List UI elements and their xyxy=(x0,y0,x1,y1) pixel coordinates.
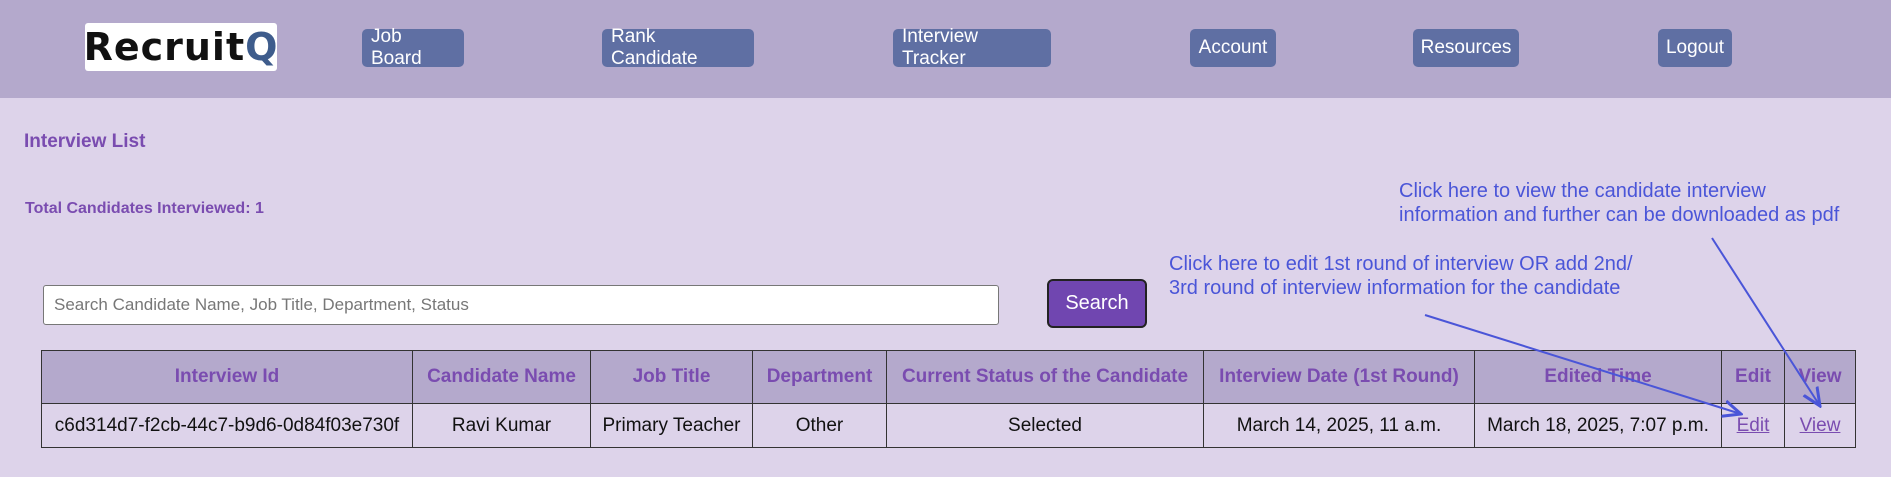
header-job-title: Job Title xyxy=(590,350,753,404)
header-current-status: Current Status of the Candidate xyxy=(886,350,1204,404)
nav-logout-button[interactable]: Logout xyxy=(1658,29,1732,67)
view-annotation-line2: information and further can be downloade… xyxy=(1399,204,1840,226)
nav-rank-candidate-button[interactable]: Rank Candidate xyxy=(602,26,754,69)
top-nav-bar: Recruit Q Job Board Rank Candidate Interv… xyxy=(0,0,1891,98)
nav-resources-button[interactable]: Resources xyxy=(1413,29,1519,67)
header-candidate-name: Candidate Name xyxy=(412,350,591,404)
edit-annotation-line1: Click here to edit 1st round of intervie… xyxy=(1169,253,1633,275)
cell-status: Selected xyxy=(886,403,1204,448)
header-edit: Edit xyxy=(1721,350,1785,404)
page-title: Interview List xyxy=(24,131,146,152)
cell-department: Other xyxy=(752,403,887,448)
edit-link[interactable]: Edit xyxy=(1737,415,1770,436)
view-annotation-line1: Click here to view the candidate intervi… xyxy=(1399,180,1766,202)
view-annotation: Click here to view the candidate intervi… xyxy=(1399,179,1839,227)
logo-q: Q xyxy=(245,25,279,69)
view-link[interactable]: View xyxy=(1800,415,1841,436)
cell-interview-date: March 14, 2025, 11 a.m. xyxy=(1203,403,1475,448)
header-department: Department xyxy=(752,350,887,404)
total-candidates-count: Total Candidates Interviewed: 1 xyxy=(25,200,264,217)
cell-edit: Edit xyxy=(1721,403,1785,448)
nav-interview-tracker-button[interactable]: Interview Tracker xyxy=(893,26,1051,69)
recruitq-logo[interactable]: Recruit Q xyxy=(83,23,279,71)
logo-text: Recruit xyxy=(83,25,246,69)
cell-job-title: Primary Teacher xyxy=(590,403,753,448)
cell-edited-time: March 18, 2025, 7:07 p.m. xyxy=(1474,403,1722,448)
edit-annotation: Click here to edit 1st round of intervie… xyxy=(1169,252,1633,300)
table-header-row: Interview Id Candidate Name Job Title De… xyxy=(41,350,1856,404)
interview-table: Interview Id Candidate Name Job Title De… xyxy=(41,350,1856,448)
header-interview-date: Interview Date (1st Round) xyxy=(1203,350,1475,404)
header-edited-time: Edited Time xyxy=(1474,350,1722,404)
edit-annotation-line2: 3rd round of interview information for t… xyxy=(1169,277,1621,299)
nav-account-button[interactable]: Account xyxy=(1190,29,1276,67)
cell-candidate-name: Ravi Kumar xyxy=(412,403,591,448)
search-input[interactable] xyxy=(43,285,999,325)
header-view: View xyxy=(1784,350,1856,404)
cell-view: View xyxy=(1784,403,1856,448)
cell-interview-id: c6d314d7-f2cb-44c7-b9d6-0d84f03e730f xyxy=(41,403,413,448)
table-row: c6d314d7-f2cb-44c7-b9d6-0d84f03e730f Rav… xyxy=(41,403,1856,448)
nav-job-board-button[interactable]: Job Board xyxy=(362,26,464,69)
header-interview-id: Interview Id xyxy=(41,350,413,404)
search-button[interactable]: Search xyxy=(1047,279,1147,328)
